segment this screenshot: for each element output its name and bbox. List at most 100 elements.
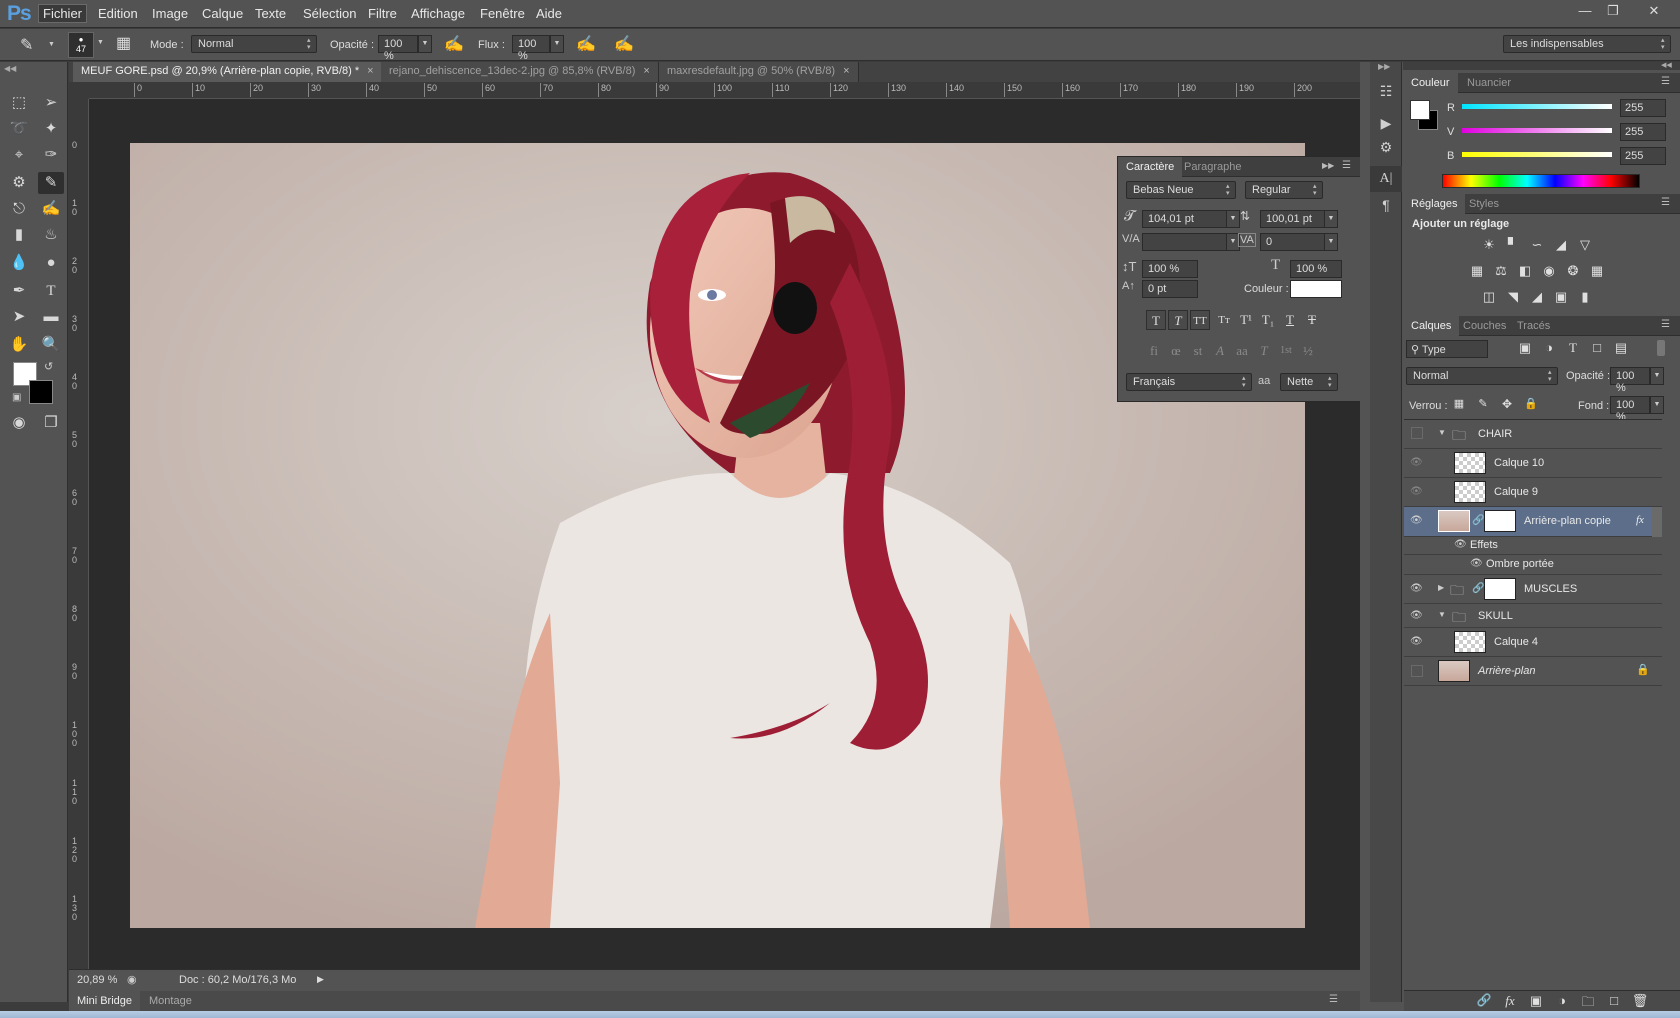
baseline-shift-input[interactable]: 0 pt <box>1142 280 1198 298</box>
red-value[interactable]: 255 <box>1620 99 1666 117</box>
close-tab-icon[interactable]: × <box>843 65 849 77</box>
levels-icon[interactable]: ▘ <box>1503 237 1523 255</box>
tab-mini-bridge[interactable]: Mini Bridge <box>69 991 141 1011</box>
tab-reglages[interactable]: Réglages <box>1403 194 1466 214</box>
menu-affichage[interactable]: Affichage <box>411 6 465 21</box>
collapse-group-icon[interactable]: ▼ <box>1438 428 1446 437</box>
tool-preset-chevron-icon[interactable]: ▼ <box>48 41 55 48</box>
font-size-input[interactable]: 104,01 pt <box>1142 210 1228 228</box>
delete-layer-icon[interactable]: 🗑 <box>1630 993 1650 1011</box>
lock-all-icon[interactable]: 🔒 <box>1521 397 1541 415</box>
faux-italic-icon[interactable]: T <box>1168 310 1188 330</box>
fractions-icon[interactable]: ½ <box>1298 341 1318 361</box>
brush-tool-icon-selected[interactable]: ✎ <box>38 172 64 194</box>
menu-filtre[interactable]: Filtre <box>368 6 397 21</box>
collapse-dock-icon[interactable]: ◀◀ <box>1661 61 1672 69</box>
font-size-chevron-icon[interactable]: ▼ <box>1226 210 1240 228</box>
discretionary-ligatures-icon[interactable]: st <box>1188 341 1208 361</box>
invert-icon[interactable]: ◫ <box>1479 289 1499 307</box>
tracking-input[interactable]: 0 <box>1260 233 1326 251</box>
layers-panel-menu-icon[interactable]: ☰ <box>1661 319 1670 330</box>
text-color-swatch[interactable] <box>1290 280 1342 298</box>
airbrush-icon[interactable]: ✍ <box>576 34 596 54</box>
chain-link-icon[interactable]: 🔗 <box>1472 515 1484 526</box>
kerning-input[interactable] <box>1142 233 1228 251</box>
close-tab-icon[interactable]: × <box>367 65 373 77</box>
tab-nuancier[interactable]: Nuancier <box>1459 73 1519 93</box>
layer-filter-select[interactable]: ⚲ Type <box>1406 340 1488 358</box>
mode-select[interactable]: Normal <box>191 35 317 53</box>
curves-icon[interactable]: ∽ <box>1527 237 1547 255</box>
add-mask-icon[interactable]: ▣ <box>1526 993 1546 1011</box>
menu-selection[interactable]: Sélection <box>303 6 356 21</box>
posterize-icon[interactable]: ◥ <box>1503 289 1523 307</box>
fill-input[interactable]: 100 % <box>1610 396 1650 423</box>
brush-preset-picker[interactable]: ● 47 <box>68 32 94 58</box>
menu-fenetre[interactable]: Fenêtre <box>480 6 525 21</box>
antialias-select[interactable]: Nette <box>1280 373 1338 391</box>
green-slider[interactable] <box>1462 128 1612 133</box>
color-panel-menu-icon[interactable]: ☰ <box>1661 76 1670 87</box>
lasso-tool-icon[interactable]: ➰ <box>6 118 32 140</box>
clone-stamp-tool-icon[interactable]: ⎋ <box>6 198 32 220</box>
eye-icon[interactable]: 👁 <box>1410 486 1426 498</box>
new-layer-icon[interactable]: □ <box>1604 993 1624 1011</box>
layer-opacity-chevron-icon[interactable]: ▼ <box>1650 367 1664 385</box>
magic-wand-tool-icon[interactable]: ✦ <box>38 118 64 140</box>
filter-smart-object-icon[interactable]: ▤ <box>1611 340 1631 358</box>
faux-bold-icon[interactable]: T <box>1146 310 1166 330</box>
paragraph-panel-icon[interactable]: ¶ <box>1370 192 1402 218</box>
horizontal-scale-input[interactable]: 100 % <box>1290 260 1342 278</box>
lock-position-icon[interactable]: ✥ <box>1497 397 1517 415</box>
filter-pixel-icon[interactable]: ▣ <box>1515 340 1535 358</box>
eye-icon[interactable]: 👁 <box>1410 583 1426 595</box>
filter-shape-icon[interactable]: □ <box>1587 340 1607 358</box>
color-balance-icon[interactable]: ⚖ <box>1491 263 1511 281</box>
path-selection-tool-icon[interactable]: ➤ <box>6 306 32 328</box>
drop-shadow-row[interactable]: 👁 Ombre portée <box>1404 555 1662 575</box>
layer-row-muscles[interactable]: 👁 ▶ 🗀 🔗 MUSCLES <box>1404 575 1662 604</box>
channel-mixer-icon[interactable]: ❂ <box>1563 263 1583 281</box>
strikethrough-icon[interactable]: T <box>1302 310 1322 330</box>
new-group-icon[interactable]: 🗀 <box>1578 993 1598 1011</box>
swash-icon[interactable]: A <box>1210 341 1230 361</box>
close-icon[interactable]: ✕ <box>1644 3 1664 19</box>
superscript-icon[interactable]: T¹ <box>1236 310 1256 330</box>
type-tool-icon[interactable]: T <box>38 280 64 302</box>
tab-maxresdefault[interactable]: maxresdefault.jpg @ 50% (RVB/8) × <box>659 62 859 82</box>
layer-row-skull[interactable]: 👁 ▼ 🗀 SKULL <box>1404 604 1662 628</box>
menu-fichier[interactable]: Fichier <box>38 4 88 23</box>
fx-icon[interactable]: fx <box>1636 514 1644 526</box>
menu-image[interactable]: Image <box>152 6 188 21</box>
selective-color-icon[interactable]: ▣ <box>1551 289 1571 307</box>
eye-icon[interactable]: 👁 <box>1410 636 1426 648</box>
leading-chevron-icon[interactable]: ▼ <box>1324 210 1338 228</box>
tab-montage[interactable]: Montage <box>141 991 200 1011</box>
layer-row-arriere-plan-copie[interactable]: 👁 🔗 Arrière-plan copie fx <box>1404 507 1662 537</box>
gradient-map-icon[interactable]: ▮ <box>1575 289 1595 307</box>
tab-traces[interactable]: Tracés <box>1509 316 1558 336</box>
opacity-chevron-icon[interactable]: ▼ <box>418 35 432 53</box>
character-panel-icon[interactable]: A| <box>1370 166 1402 192</box>
layer-row-calque-4[interactable]: 👁 Calque 4 <box>1404 628 1662 657</box>
eye-icon[interactable]: 👁 <box>1410 610 1426 622</box>
minimize-icon[interactable]: — <box>1575 3 1595 19</box>
vibrance-icon[interactable]: ▽ <box>1575 237 1595 255</box>
menu-aide[interactable]: Aide <box>536 6 562 21</box>
visibility-empty[interactable] <box>1411 665 1423 677</box>
color-fg-swatch-front[interactable] <box>1410 100 1430 120</box>
red-slider[interactable] <box>1462 104 1612 109</box>
hand-tool-icon[interactable]: ✋ <box>6 334 32 356</box>
fill-chevron-icon[interactable]: ▼ <box>1650 396 1664 414</box>
blue-value[interactable]: 255 <box>1620 147 1666 165</box>
dodge-tool-icon[interactable]: ● <box>38 252 64 274</box>
brush-tool-icon[interactable]: ✎ <box>20 35 33 55</box>
font-style-select[interactable]: Regular <box>1245 181 1323 199</box>
layer-mask-thumbnail[interactable] <box>1484 510 1516 532</box>
tracking-chevron-icon[interactable]: ▼ <box>1324 233 1338 251</box>
default-colors-icon[interactable]: ▣ <box>12 392 21 403</box>
history-brush-tool-icon[interactable]: ✍ <box>38 198 64 220</box>
color-ramp[interactable] <box>1442 174 1640 188</box>
background-color-swatch[interactable] <box>29 380 53 404</box>
paint-bucket-tool-icon[interactable]: ♨ <box>38 224 64 246</box>
